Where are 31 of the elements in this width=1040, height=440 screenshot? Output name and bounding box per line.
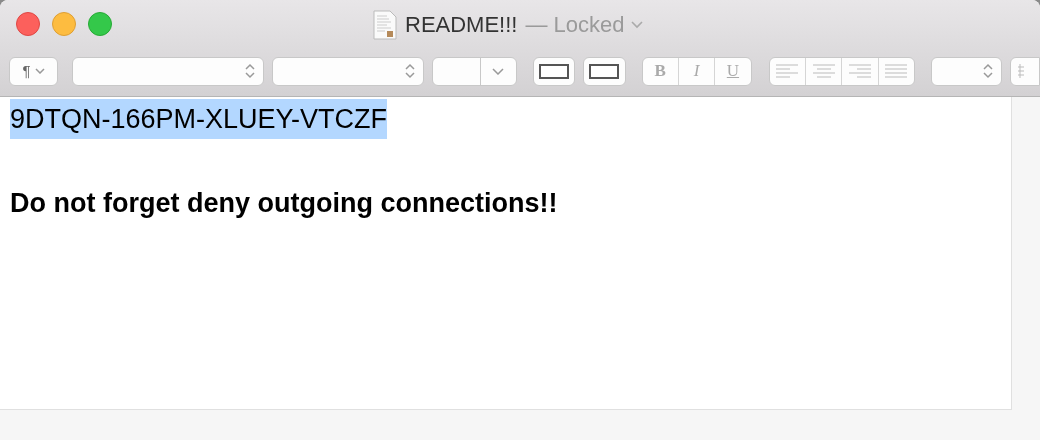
- background-color-well[interactable]: [583, 56, 626, 86]
- chevron-icon: [492, 67, 505, 75]
- bold-button[interactable]: B: [642, 57, 679, 85]
- align-center-icon: [812, 64, 835, 78]
- text-color-well[interactable]: [533, 56, 576, 86]
- align-right-icon: [849, 64, 872, 78]
- selected-text: 9DTQN-166PM-XLUEY-VTCZF: [10, 99, 388, 139]
- stepper-icon: [244, 63, 255, 79]
- underline-button[interactable]: U: [715, 57, 751, 85]
- document-page[interactable]: 9DTQN-166PM-XLUEY-VTCZF Do not forget deny outgoing connections!!: [0, 97, 1012, 410]
- lock-status[interactable]: — Locked: [525, 8, 643, 41]
- stepper-icon: [405, 63, 416, 79]
- chevron-icon: [34, 68, 45, 74]
- justify-icon: [885, 64, 908, 78]
- minimize-button[interactable]: [52, 12, 76, 36]
- paragraph-style-popup[interactable]: ¶: [9, 56, 59, 86]
- italic-button[interactable]: I: [678, 57, 716, 85]
- zoom-button[interactable]: [88, 12, 112, 36]
- close-button[interactable]: [16, 12, 40, 36]
- window-title: README!!!: [405, 11, 518, 39]
- stepper-icon: [983, 63, 993, 79]
- document-icon: [373, 9, 397, 40]
- typeface-popup[interactable]: [271, 56, 425, 86]
- list-popup[interactable]: [1010, 56, 1040, 86]
- chevron-icon: [630, 20, 643, 29]
- font-family-popup[interactable]: [72, 56, 264, 86]
- paragraph-text: Do not forget deny outgoing connections!!: [10, 187, 558, 220]
- font-size-combo[interactable]: [432, 56, 517, 86]
- line-spacing-popup[interactable]: [931, 56, 1002, 86]
- list-icon: [1017, 63, 1025, 79]
- align-left-icon: [776, 64, 799, 78]
